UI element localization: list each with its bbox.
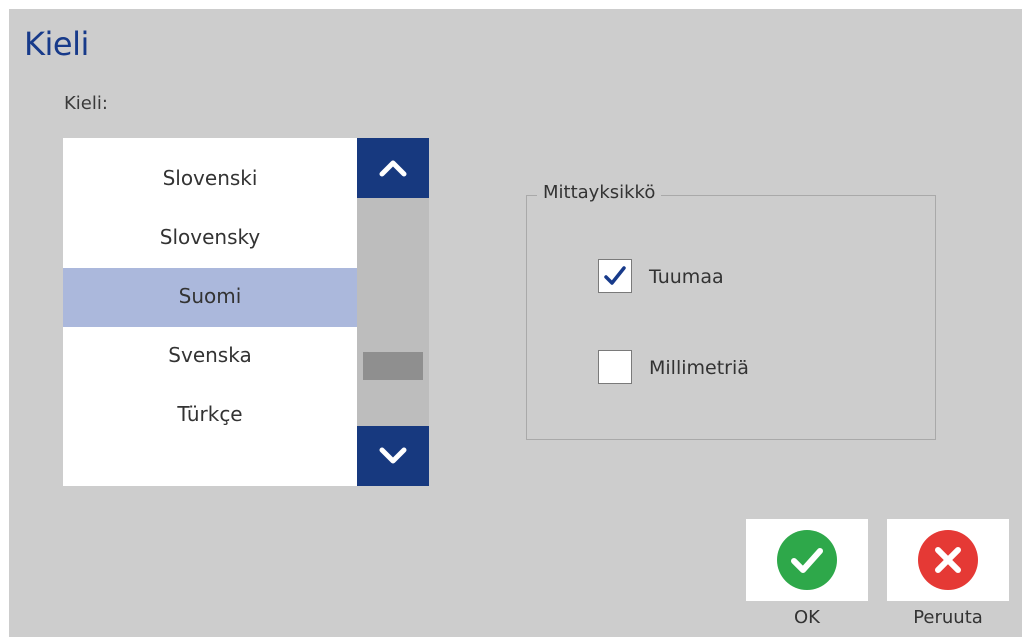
cancel-button[interactable] — [887, 519, 1009, 601]
millimeters-label[interactable]: Millimetriä — [649, 357, 749, 379]
ok-label[interactable]: OK — [746, 607, 868, 628]
list-item[interactable]: Türkçe — [63, 386, 357, 445]
list-item[interactable]: Slovensky — [63, 209, 357, 268]
language-dialog: Kieli Kieli: Slovenski Slovensky Suomi S… — [9, 9, 1022, 637]
close-circle-icon — [918, 530, 978, 590]
units-groupbox — [526, 195, 936, 440]
checkmark-icon — [604, 266, 626, 285]
language-list[interactable]: Slovenski Slovensky Suomi Svenska Türkçe — [63, 138, 357, 486]
scroll-up-button[interactable] — [357, 138, 429, 198]
check-circle-icon — [777, 530, 837, 590]
list-scrollbar[interactable] — [357, 138, 429, 486]
units-legend: Mittayksikkö — [537, 182, 662, 203]
list-item[interactable]: Slovenski — [63, 150, 357, 209]
scroll-down-button[interactable] — [357, 426, 429, 486]
cancel-label[interactable]: Peruuta — [887, 607, 1009, 628]
scroll-thumb[interactable] — [363, 352, 423, 380]
dialog-title: Kieli — [24, 25, 89, 63]
inches-label[interactable]: Tuumaa — [649, 266, 724, 288]
language-label: Kieli: — [64, 93, 108, 114]
chevron-up-icon — [379, 160, 407, 177]
list-item[interactable]: Svenska — [63, 327, 357, 386]
millimeters-checkbox[interactable] — [598, 350, 632, 384]
chevron-down-icon — [379, 447, 407, 464]
inches-checkbox[interactable] — [598, 259, 632, 293]
list-item-selected[interactable]: Suomi — [63, 268, 357, 327]
ok-button[interactable] — [746, 519, 868, 601]
